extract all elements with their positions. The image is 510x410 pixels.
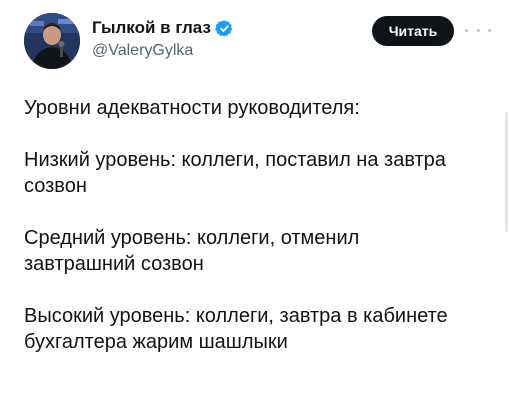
dot (488, 28, 491, 32)
avatar[interactable] (24, 13, 80, 69)
follow-button[interactable]: Читать (372, 16, 454, 46)
tweet-line: Высокий уровень: коллеги, завтра в кабин… (24, 305, 448, 327)
tweet-line: Низкий уровень: коллеги, поставил на зав… (24, 149, 446, 171)
dot (476, 28, 480, 32)
tweet-text: Уровни адекватности руководителя: Низкий… (24, 95, 499, 355)
scrollbar[interactable] (505, 112, 508, 232)
tweet-card: Гылкой в глаз @ValeryGylka Читать Уровни… (0, 0, 510, 410)
tweet-line: завтрашний созвон (24, 253, 204, 275)
ellipsis-icon[interactable] (465, 23, 491, 37)
verified-badge-icon (215, 19, 234, 38)
tweet-line: Средний уровень: коллеги, отменил (24, 227, 360, 249)
tweet-paragraph: Средний уровень: коллеги, отменил завтра… (24, 225, 499, 277)
dot (465, 28, 468, 32)
tweet-line: Уровни адекватности руководителя: (24, 97, 360, 119)
name-row: Гылкой в глаз (92, 17, 234, 39)
handle[interactable]: @ValeryGylka (92, 42, 234, 60)
tweet-header: Гылкой в глаз @ValeryGylka Читать (24, 13, 502, 69)
tweet-line: бухгалтера жарим шашлыки (24, 331, 288, 353)
tweet-paragraph: Высокий уровень: коллеги, завтра в кабин… (24, 303, 499, 355)
tweet-paragraph: Низкий уровень: коллеги, поставил на зав… (24, 147, 499, 199)
author-info: Гылкой в глаз @ValeryGylka (92, 17, 234, 60)
tweet-line: созвон (24, 175, 87, 197)
tweet-paragraph: Уровни адекватности руководителя: (24, 95, 499, 121)
display-name[interactable]: Гылкой в глаз (92, 18, 211, 38)
